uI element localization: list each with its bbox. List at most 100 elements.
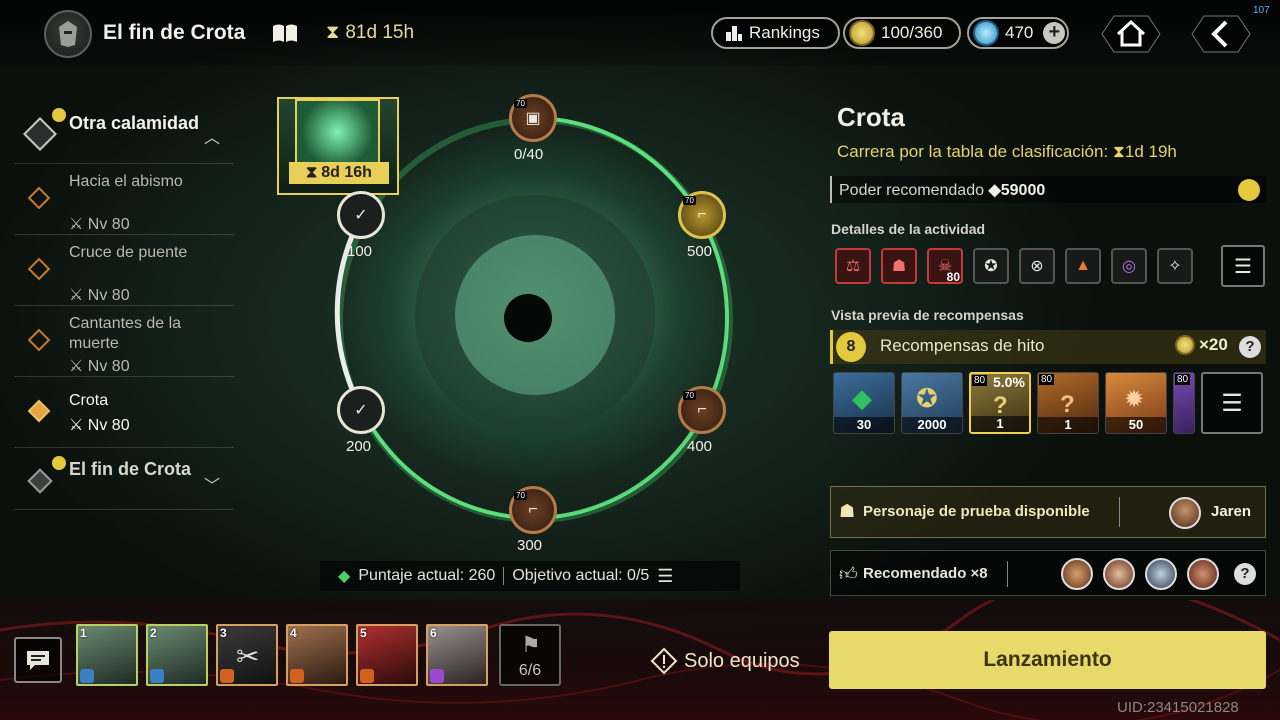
modifiers-list-button[interactable]: ☰ bbox=[1221, 245, 1265, 287]
reward-quantity: 30 bbox=[834, 417, 894, 433]
gold-coin-icon bbox=[849, 20, 875, 46]
champion-modifier-icon[interactable]: ☗ bbox=[881, 248, 917, 284]
team-slot-2[interactable]: 2 bbox=[146, 624, 208, 686]
trial-hero-name: Jaren bbox=[1211, 503, 1252, 520]
reward-mystery-exotic[interactable]: 80 5.0% ? 1 bbox=[969, 372, 1031, 434]
strand-modifier-icon[interactable]: ✪ bbox=[973, 248, 1009, 284]
reward-emerald[interactable]: ◆ 30 bbox=[833, 372, 895, 434]
recommended-hero-avatar[interactable] bbox=[1103, 558, 1135, 590]
milestone-rewards-bar[interactable]: 8 Recompensas de hito ×20 ? bbox=[830, 330, 1266, 364]
milestone-node-100[interactable]: ✓ bbox=[337, 191, 385, 239]
encounter-marker-icon bbox=[27, 186, 51, 210]
wing-emblem-icon: ✪ bbox=[916, 383, 938, 413]
milestone-node-top[interactable]: 70 ▣ bbox=[509, 94, 557, 142]
milestone-node-200[interactable]: ✓ bbox=[337, 386, 385, 434]
solo-teams-notice[interactable]: Solo equipos bbox=[650, 647, 800, 675]
boss-timer: ⧗ 8d 16h bbox=[289, 162, 389, 184]
milestone-label: Recompensas de hito bbox=[880, 336, 1045, 355]
trial-icon: ☗ bbox=[839, 501, 856, 521]
rankings-button[interactable]: Rankings bbox=[711, 17, 840, 49]
currency-counter[interactable]: 100/360 bbox=[843, 17, 961, 49]
team-slot-6[interactable]: 6 bbox=[426, 624, 488, 686]
node-level: 70 bbox=[514, 99, 527, 108]
recommended-hero-avatar[interactable] bbox=[1187, 558, 1219, 590]
leaderboard-race: Carrera por la tabla de clasificación: ⧗… bbox=[837, 142, 1177, 161]
slot-number: 2 bbox=[150, 626, 157, 640]
team-slot-3[interactable]: 3 ✂ bbox=[216, 624, 278, 686]
slot-number: 1 bbox=[80, 626, 87, 640]
activity-details-title: Detalles de la actividad bbox=[831, 221, 986, 237]
current-score: Puntaje actual: 260 bbox=[358, 567, 496, 584]
solar-modifier-icon[interactable]: ▲ bbox=[1065, 248, 1101, 284]
nav-item-hacia-el-abismo[interactable]: Hacia el abismo ⚔ Nv 80 bbox=[14, 164, 234, 235]
nav-group-el-fin-de-crota[interactable]: El fin de Crota ﹀ bbox=[14, 448, 234, 510]
nav-item-cruce-de-puente[interactable]: Cruce de puente ⚔ Nv 80 bbox=[14, 235, 234, 306]
void-modifier-icon[interactable]: ⊗ bbox=[1019, 248, 1055, 284]
arc-modifier-icon[interactable]: ◎ bbox=[1111, 248, 1147, 284]
add-gems-button[interactable]: + bbox=[1043, 22, 1066, 44]
modifier-level: 80 bbox=[946, 270, 960, 284]
power-value: 59000 bbox=[1000, 182, 1046, 199]
help-icon[interactable]: ? bbox=[1234, 563, 1256, 585]
top-bar: El fin de Crota ⧗ 81d 15h Rankings 100/3… bbox=[0, 0, 1280, 66]
nav-item-cantantes-de-la-muerte[interactable]: Cantantes de la muerte ⚔ Nv 80 bbox=[14, 306, 234, 377]
boss-card[interactable]: ⧗ 8d 16h bbox=[277, 97, 399, 195]
reward-material[interactable]: ✹ 50 bbox=[1105, 372, 1167, 434]
lore-book-icon[interactable] bbox=[272, 23, 298, 43]
checkmark-icon: ✓ bbox=[354, 402, 368, 419]
team-slot-4[interactable]: 4 bbox=[286, 624, 348, 686]
raid-emblem-icon bbox=[44, 10, 92, 58]
power-info-icon[interactable] bbox=[1238, 179, 1260, 201]
list-icon[interactable]: ☰ bbox=[657, 566, 673, 587]
home-button[interactable] bbox=[1100, 12, 1162, 56]
team-preset-button[interactable]: ⚑ 6/6 bbox=[499, 624, 561, 686]
stasis-modifier-icon[interactable]: ✧ bbox=[1157, 248, 1193, 284]
launch-button[interactable]: Lanzamiento bbox=[829, 631, 1266, 689]
emerald-icon: ◆ bbox=[852, 383, 872, 413]
gem-counter[interactable]: 470 + bbox=[967, 17, 1069, 49]
power-label: Poder recomendado bbox=[839, 182, 984, 199]
solar-class-icon bbox=[360, 669, 374, 683]
team-slot-1[interactable]: 1 bbox=[76, 624, 138, 686]
demon-modifier-icon[interactable]: ☠ 80 bbox=[927, 248, 963, 284]
reward-level: 80 bbox=[972, 375, 988, 386]
recommended-hero-avatar[interactable] bbox=[1061, 558, 1093, 590]
list-icon: ☰ bbox=[1234, 255, 1252, 278]
chevron-down-icon: ﹀ bbox=[203, 478, 220, 495]
chat-button[interactable] bbox=[14, 637, 62, 683]
reward-mystery-legendary[interactable]: 80 ? 1 bbox=[1037, 372, 1099, 434]
score-bar: ◆ Puntaje actual: 260 Objetivo actual: 0… bbox=[320, 561, 740, 591]
trial-character-bar[interactable]: ☗ Personaje de prueba disponible Jaren bbox=[830, 486, 1266, 538]
back-button[interactable] bbox=[1190, 12, 1252, 56]
reward-rank-emblem[interactable]: ✪ 2000 bbox=[901, 372, 963, 434]
slot-number: 4 bbox=[290, 626, 297, 640]
nav-item-label: Crota bbox=[69, 392, 109, 409]
solo-label: Solo equipos bbox=[684, 649, 800, 672]
reward-level: 80 bbox=[1175, 374, 1191, 385]
team-slot-5[interactable]: 5 bbox=[356, 624, 418, 686]
nav-group-label: El fin de Crota bbox=[69, 459, 192, 479]
nav-item-level: ⚔ Nv 80 bbox=[69, 287, 130, 304]
trial-label: Personaje de prueba disponible bbox=[863, 503, 1090, 520]
help-icon[interactable]: ? bbox=[1239, 336, 1261, 358]
rewards-list-button[interactable]: ☰ bbox=[1201, 372, 1263, 434]
nav-item-level: ⚔ Nv 80 bbox=[69, 358, 130, 375]
rewards-preview-title: Vista previa de recompensas bbox=[831, 307, 1024, 323]
milestone-node-400[interactable]: 70 ⌐ bbox=[678, 386, 726, 434]
hourglass-icon: ⧗ bbox=[306, 164, 318, 181]
recommended-hero-avatar[interactable] bbox=[1145, 558, 1177, 590]
slot-number: 5 bbox=[360, 626, 367, 640]
warning-diamond-icon bbox=[650, 647, 678, 675]
balance-modifier-icon[interactable]: ⚖ bbox=[835, 248, 871, 284]
recommended-bar[interactable]: 👍︎ Recomendado ×8 ? bbox=[830, 550, 1266, 596]
milestone-label-100: 100 bbox=[347, 243, 373, 260]
nav-item-crota[interactable]: Crota ⚔ Nv 80 bbox=[14, 377, 234, 448]
nav-group-otra-calamidad[interactable]: Otra calamidad ︿ bbox=[14, 100, 234, 164]
currency-value: 100/360 bbox=[881, 23, 943, 42]
reward-quantity: 2000 bbox=[902, 417, 962, 433]
reward-partial[interactable]: 80 bbox=[1173, 372, 1195, 434]
event-timer: ⧗ 81d 15h bbox=[326, 22, 414, 44]
thumbs-up-icon: 👍︎ bbox=[839, 564, 858, 584]
milestone-node-300[interactable]: 70 ⌐ bbox=[509, 486, 557, 534]
milestone-node-500[interactable]: 70 ⌐ bbox=[678, 191, 726, 239]
